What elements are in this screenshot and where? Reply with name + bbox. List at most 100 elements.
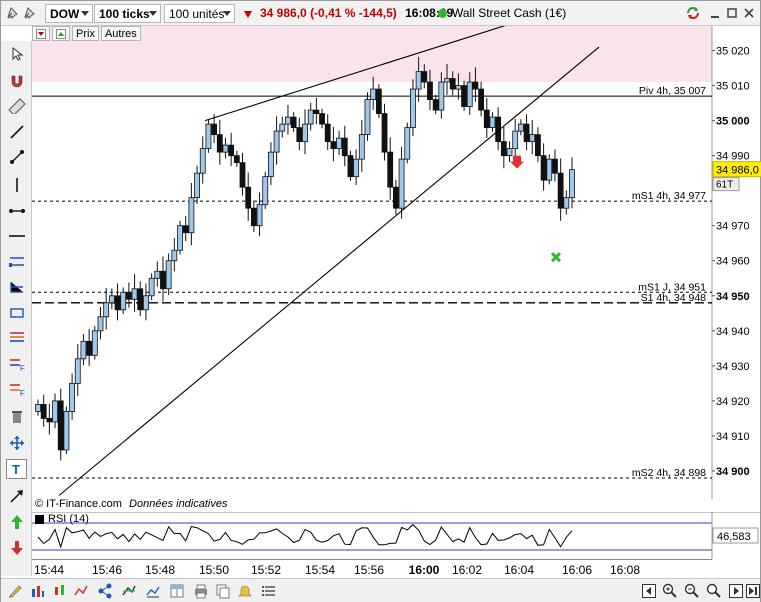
symbol-select[interactable]: DOW (45, 4, 93, 23)
maximize-icon[interactable] (724, 5, 740, 21)
ticks-select[interactable]: 100 ticks (94, 4, 161, 23)
rsi-legend: RSI (14) (35, 513, 89, 525)
line-icon[interactable] (6, 122, 27, 142)
candle-down (211, 123, 218, 136)
candle-up (205, 123, 212, 150)
instrument-label: Wall Street Cash (1€) (438, 6, 566, 20)
list-icon[interactable] (259, 582, 279, 600)
data-source: © IT-Finance.com Données indicatives (35, 498, 227, 510)
candle-up (438, 81, 445, 111)
candle-chart-icon[interactable] (49, 582, 69, 600)
candle-up (279, 123, 286, 132)
candle-down (182, 225, 189, 234)
target-marker-icon (550, 252, 562, 263)
ascending-trendline (58, 46, 600, 496)
pencil-icon[interactable] (5, 582, 25, 600)
units-select[interactable]: 100 unités (164, 4, 235, 23)
candle-down (392, 186, 399, 209)
candle-up (171, 249, 178, 262)
close-icon[interactable] (741, 5, 757, 21)
candle-down (125, 291, 132, 300)
candle-down (114, 295, 121, 311)
vertical-line-icon[interactable] (6, 175, 27, 195)
minimize-icon[interactable] (707, 5, 723, 21)
others-button[interactable]: Autres (100, 26, 141, 41)
alert-icon[interactable] (235, 582, 255, 600)
candle-up (154, 270, 161, 279)
refresh-icon[interactable] (685, 5, 701, 21)
layout-icon[interactable] (167, 582, 187, 600)
text-tool-icon[interactable]: T (6, 459, 27, 479)
magnet-icon[interactable] (6, 71, 27, 91)
multi-chart-icon[interactable] (143, 582, 163, 600)
source-brand: © IT-Finance.com (35, 498, 122, 510)
price-tick-label: 34 910 (716, 431, 750, 443)
candle-up (103, 302, 110, 318)
time-tick-label: 16:02 (451, 563, 483, 577)
candle-up (194, 172, 200, 199)
candle-up (222, 144, 229, 153)
bar-chart-icon[interactable] (27, 582, 47, 600)
bottom-toolbar (1, 578, 760, 602)
candle-up (455, 85, 462, 90)
price-chart[interactable]: 35 020 35 010 35 000 34 990 34 970 34 960 34 9… (32, 26, 761, 512)
candle-up (512, 130, 519, 150)
fibonacci-icon[interactable] (6, 328, 27, 348)
candle-down (233, 155, 240, 164)
candle-up (466, 81, 473, 107)
price-tick-label: 34 970 (716, 221, 750, 233)
horizontal-segment-icon[interactable] (6, 201, 27, 221)
zoom-fit-icon[interactable] (704, 582, 724, 600)
candle-up (63, 411, 70, 451)
price-change: (-0,41 % -144,5) (310, 6, 397, 20)
trash-icon[interactable] (6, 406, 27, 426)
time-tick-label: 16:00 (408, 563, 440, 577)
add-button[interactable] (32, 26, 50, 41)
indicator-icon[interactable] (71, 582, 91, 600)
end-icon[interactable] (743, 582, 761, 600)
candle-down (137, 288, 144, 311)
buy-arrow-icon[interactable] (6, 512, 27, 532)
time-tick-label: 15:54 (304, 563, 336, 577)
compare-icon[interactable] (119, 582, 139, 600)
candle-down (523, 123, 530, 143)
tick-count-label: 61T (716, 180, 733, 191)
box-icon[interactable] (6, 303, 27, 323)
zoom-out-icon[interactable] (682, 582, 702, 600)
candle-up (273, 130, 280, 153)
candle-up (404, 127, 411, 160)
candle-up (108, 295, 115, 304)
candle-up (415, 71, 422, 90)
scroll-up-button[interactable] (52, 26, 70, 41)
move-icon[interactable] (6, 433, 27, 453)
sell-arrow-icon[interactable] (6, 538, 27, 558)
candle-down (319, 113, 325, 125)
svg-text:T: T (12, 462, 20, 476)
candle-up (80, 340, 87, 360)
ruler-icon[interactable] (6, 96, 27, 116)
arrow-draw-icon[interactable] (6, 486, 27, 506)
symbol-value: DOW (50, 6, 80, 21)
candle-up (444, 78, 450, 83)
pin-icon-2[interactable] (21, 5, 37, 21)
candle-up (364, 99, 371, 136)
candle-down (432, 99, 439, 111)
price-button[interactable]: Prix (72, 26, 99, 41)
candle-down (500, 141, 507, 157)
zoom-in-icon[interactable] (660, 582, 680, 600)
pin-icon[interactable] (4, 5, 20, 21)
rsi-panel[interactable]: 46,583 (32, 512, 761, 559)
copy-icon[interactable] (213, 582, 233, 600)
print-icon[interactable] (191, 582, 211, 600)
candle-up (358, 134, 365, 160)
fibonacci-retracement-icon[interactable]: F (6, 379, 27, 399)
scroll-left-icon[interactable] (639, 582, 659, 600)
candle-down (449, 78, 456, 90)
fibonacci-fan-icon[interactable]: F (6, 354, 27, 374)
segment-icon[interactable] (6, 147, 27, 167)
horizontal-line-icon[interactable] (6, 226, 27, 246)
channel-icon[interactable] (6, 251, 27, 271)
range-icon[interactable] (6, 277, 27, 297)
cursor-icon[interactable] (6, 44, 27, 64)
share-icon[interactable] (95, 582, 115, 600)
